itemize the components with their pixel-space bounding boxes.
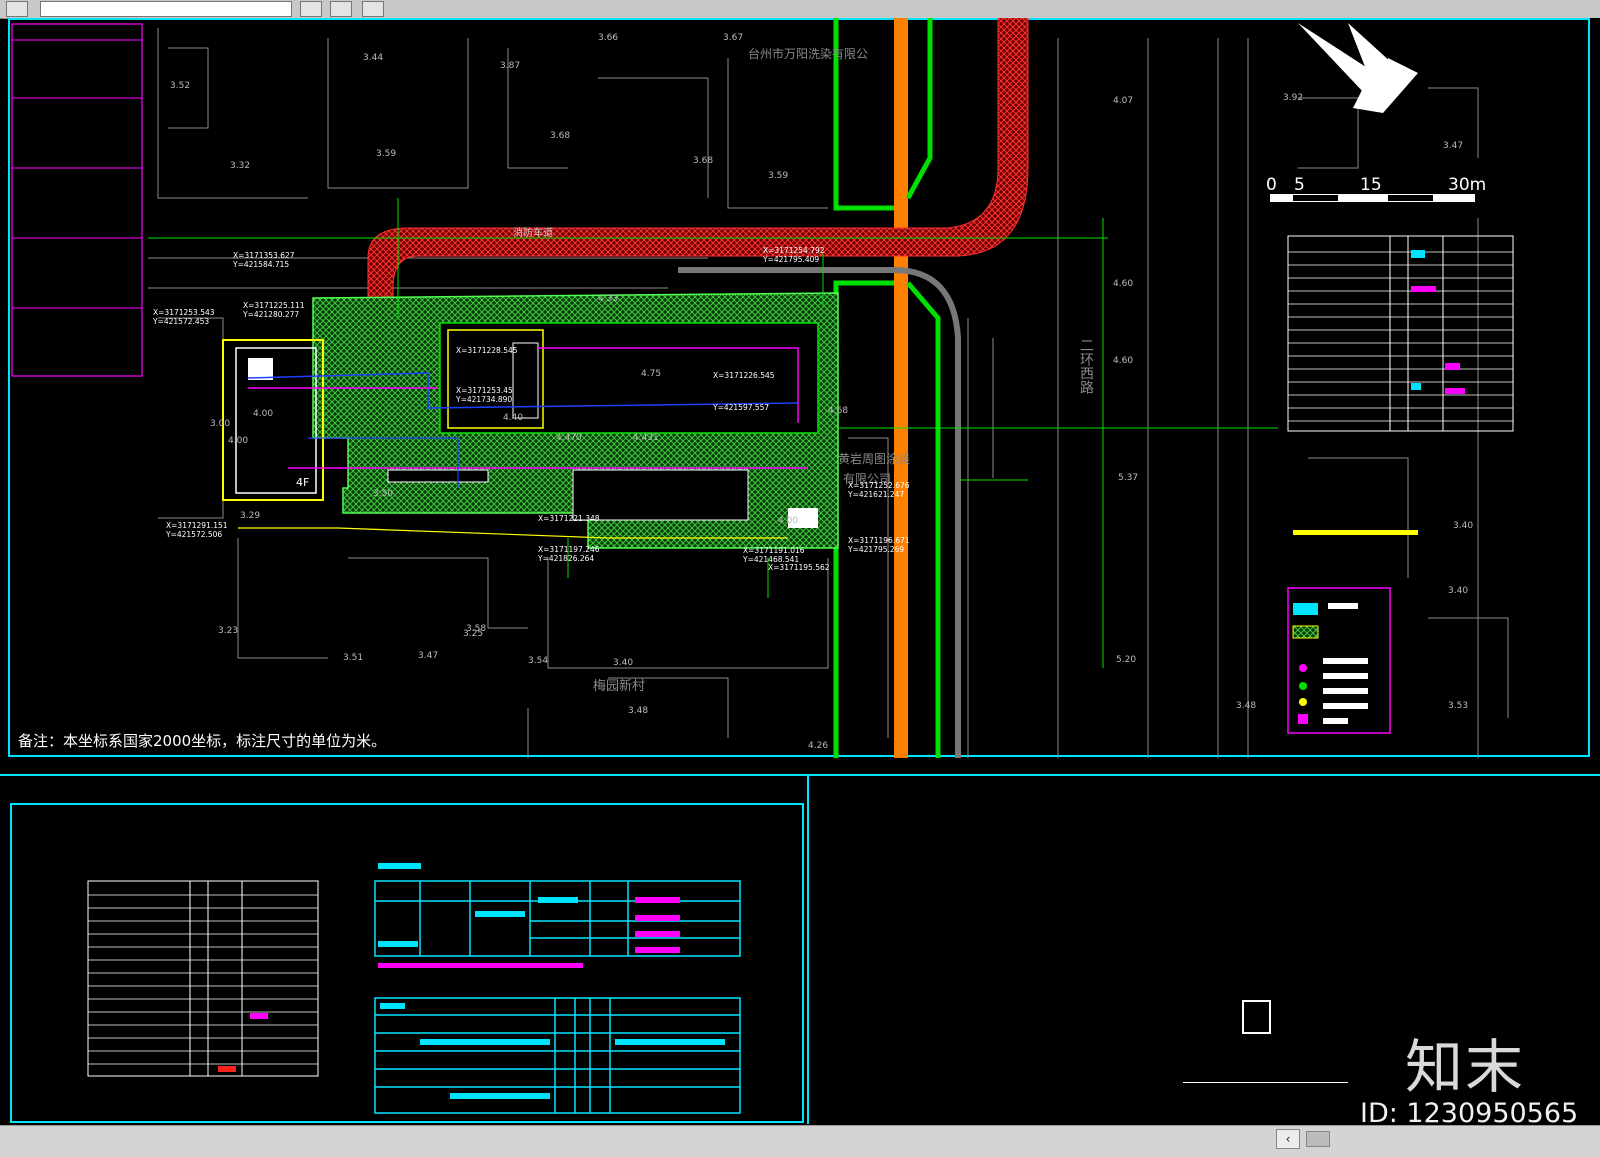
- elevation-label: 3.54: [528, 656, 548, 666]
- layout-viewport[interactable]: [10, 803, 804, 1123]
- elevation-label: 4.60: [1113, 356, 1133, 366]
- layer-combo[interactable]: [40, 1, 292, 17]
- elevation-label: 4.75: [641, 369, 661, 379]
- toolbar-button[interactable]: [330, 1, 352, 17]
- elevation-label: 3.68: [550, 131, 570, 141]
- elevation-label: 3.40: [613, 658, 633, 668]
- scale-label-5: 5: [1294, 175, 1305, 195]
- fire-lane-label: 消防车道: [513, 226, 553, 239]
- elevation-label: 4.60: [1113, 279, 1133, 289]
- note-text: 备注：本坐标系国家2000坐标，标注尺寸的单位为米。: [18, 732, 387, 750]
- elevation-label: 5.37: [1118, 473, 1138, 483]
- elevation-label: 3.32: [230, 161, 250, 171]
- layout-baseline: [1183, 1082, 1348, 1083]
- elevation-label: 3.51: [343, 653, 363, 663]
- coordinate-label: X=3171197.246: [538, 545, 600, 554]
- elevation-label: 3.25: [463, 629, 483, 639]
- coordinate-label: X=3171221.348: [538, 514, 600, 523]
- scale-label-0: 0: [1266, 175, 1277, 195]
- scale-bar: 0 5 15 30m: [1266, 175, 1486, 202]
- coordinate-label: Y=421795.269: [847, 545, 904, 554]
- elevation-label: 3.52: [170, 81, 190, 91]
- elevation-label: 3.59: [376, 149, 396, 159]
- village-label: 梅园新村: [593, 678, 645, 694]
- viewport-separator: [0, 774, 1600, 776]
- road-name-label: 二环西路: [1078, 338, 1094, 394]
- elevation-label: 3.50: [373, 489, 393, 499]
- elevation-label: 3.53: [1448, 701, 1468, 711]
- coordinate-label: X=3171254.792: [763, 246, 825, 255]
- coordinate-label: Y=421280.277: [242, 310, 299, 319]
- elevation-label: 4.00: [253, 409, 273, 419]
- elevation-label: 4.470: [556, 433, 582, 443]
- coordinate-label: X=3171291.151: [166, 521, 228, 530]
- elevation-label: 3.00: [210, 419, 230, 429]
- coordinate-label: X=3171225.111: [243, 301, 305, 310]
- top-toolbar: [0, 0, 1600, 19]
- elevation-label: 3.44: [363, 53, 383, 63]
- company-label-top: 台州市万阳洗染有限公: [748, 46, 868, 61]
- elevation-label: 3.59: [768, 171, 788, 181]
- elevation-label: 3.92: [1283, 93, 1303, 103]
- elevation-label: 4.68: [828, 406, 848, 416]
- coordinate-label: X=3171226.545: [713, 371, 775, 380]
- elevation-label: 4.00: [228, 436, 248, 446]
- elevation-label: 4.07: [1113, 96, 1133, 106]
- toolbar-button[interactable]: [6, 1, 28, 17]
- elevation-label: 3.47: [418, 651, 438, 661]
- elevation-label: 3.40: [1453, 521, 1473, 531]
- coordinate-label: Y=421584.715: [232, 260, 289, 269]
- coordinate-label: Y=421572.453: [152, 317, 209, 326]
- coordinate-label: X=3171253.45: [456, 386, 513, 395]
- coordinate-label: X=3171191.016: [743, 546, 805, 555]
- elevation-label: 3.48: [1236, 701, 1256, 711]
- company-label-mid: 黄岩周图涂装: [838, 451, 910, 466]
- scale-label-30: 30m: [1448, 175, 1486, 195]
- elevation-label: 3.68: [693, 156, 713, 166]
- coordinate-label: X=3171195.562: [768, 563, 830, 572]
- coordinate-label: Y=421597.557: [712, 403, 769, 412]
- elevation-label: 3.47: [1443, 141, 1463, 151]
- status-bar: ‹: [0, 1125, 1600, 1157]
- coordinate-label: Y=421734.890: [455, 395, 512, 404]
- elevation-label: 4.26: [808, 741, 828, 751]
- viewport-separator-vertical: [807, 776, 809, 1124]
- layout-placeholder-box: [1242, 1000, 1271, 1034]
- coordinate-label: X=3171253.543: [153, 308, 215, 317]
- coordinate-label: X=3171196.671: [848, 536, 910, 545]
- drawing-viewport[interactable]: 0 5 15 30m 台州市万阳洗染有限公 二环西路 梅园新村 黄岩周图涂装 有…: [8, 18, 1600, 774]
- elevation-label: 3.66: [598, 33, 618, 43]
- coordinate-label: X=3171252.676: [848, 481, 910, 490]
- building-floors-label: 4F: [296, 476, 309, 489]
- watermark-brand: 知末: [1405, 1033, 1526, 1101]
- elevation-label: 4.40: [503, 413, 523, 423]
- toolbar-button[interactable]: [362, 1, 384, 17]
- elevation-label: 3.29: [240, 511, 260, 521]
- elevation-label: 3.87: [500, 61, 520, 71]
- coordinate-label: Y=421572.506: [165, 530, 222, 539]
- coordinate-label: Y=421826.264: [537, 554, 594, 563]
- elevation-label: 4.00: [778, 516, 798, 526]
- elevation-label: 5.20: [1116, 655, 1136, 665]
- scale-label-15: 15: [1360, 175, 1382, 195]
- coordinate-label: Y=421795.409: [762, 255, 819, 264]
- scroll-left-button[interactable]: ‹: [1276, 1129, 1300, 1149]
- elevation-label: 3.40: [1448, 586, 1468, 596]
- elevation-label: 3.23: [218, 626, 238, 636]
- site-landscape: [312, 292, 839, 549]
- elevation-label: 3.48: [628, 706, 648, 716]
- scrollbar-thumb[interactable]: [1306, 1131, 1330, 1147]
- coordinate-label: X=3171353.627: [233, 251, 295, 260]
- coordinate-label: X=3171228.545: [456, 346, 518, 355]
- coordinate-label: Y=421621.247: [847, 490, 904, 499]
- toolbar-button[interactable]: [300, 1, 322, 17]
- elevation-label: 3.67: [723, 33, 743, 43]
- elevation-label: 4.33: [598, 294, 618, 304]
- elevation-label: 4.431: [633, 433, 659, 443]
